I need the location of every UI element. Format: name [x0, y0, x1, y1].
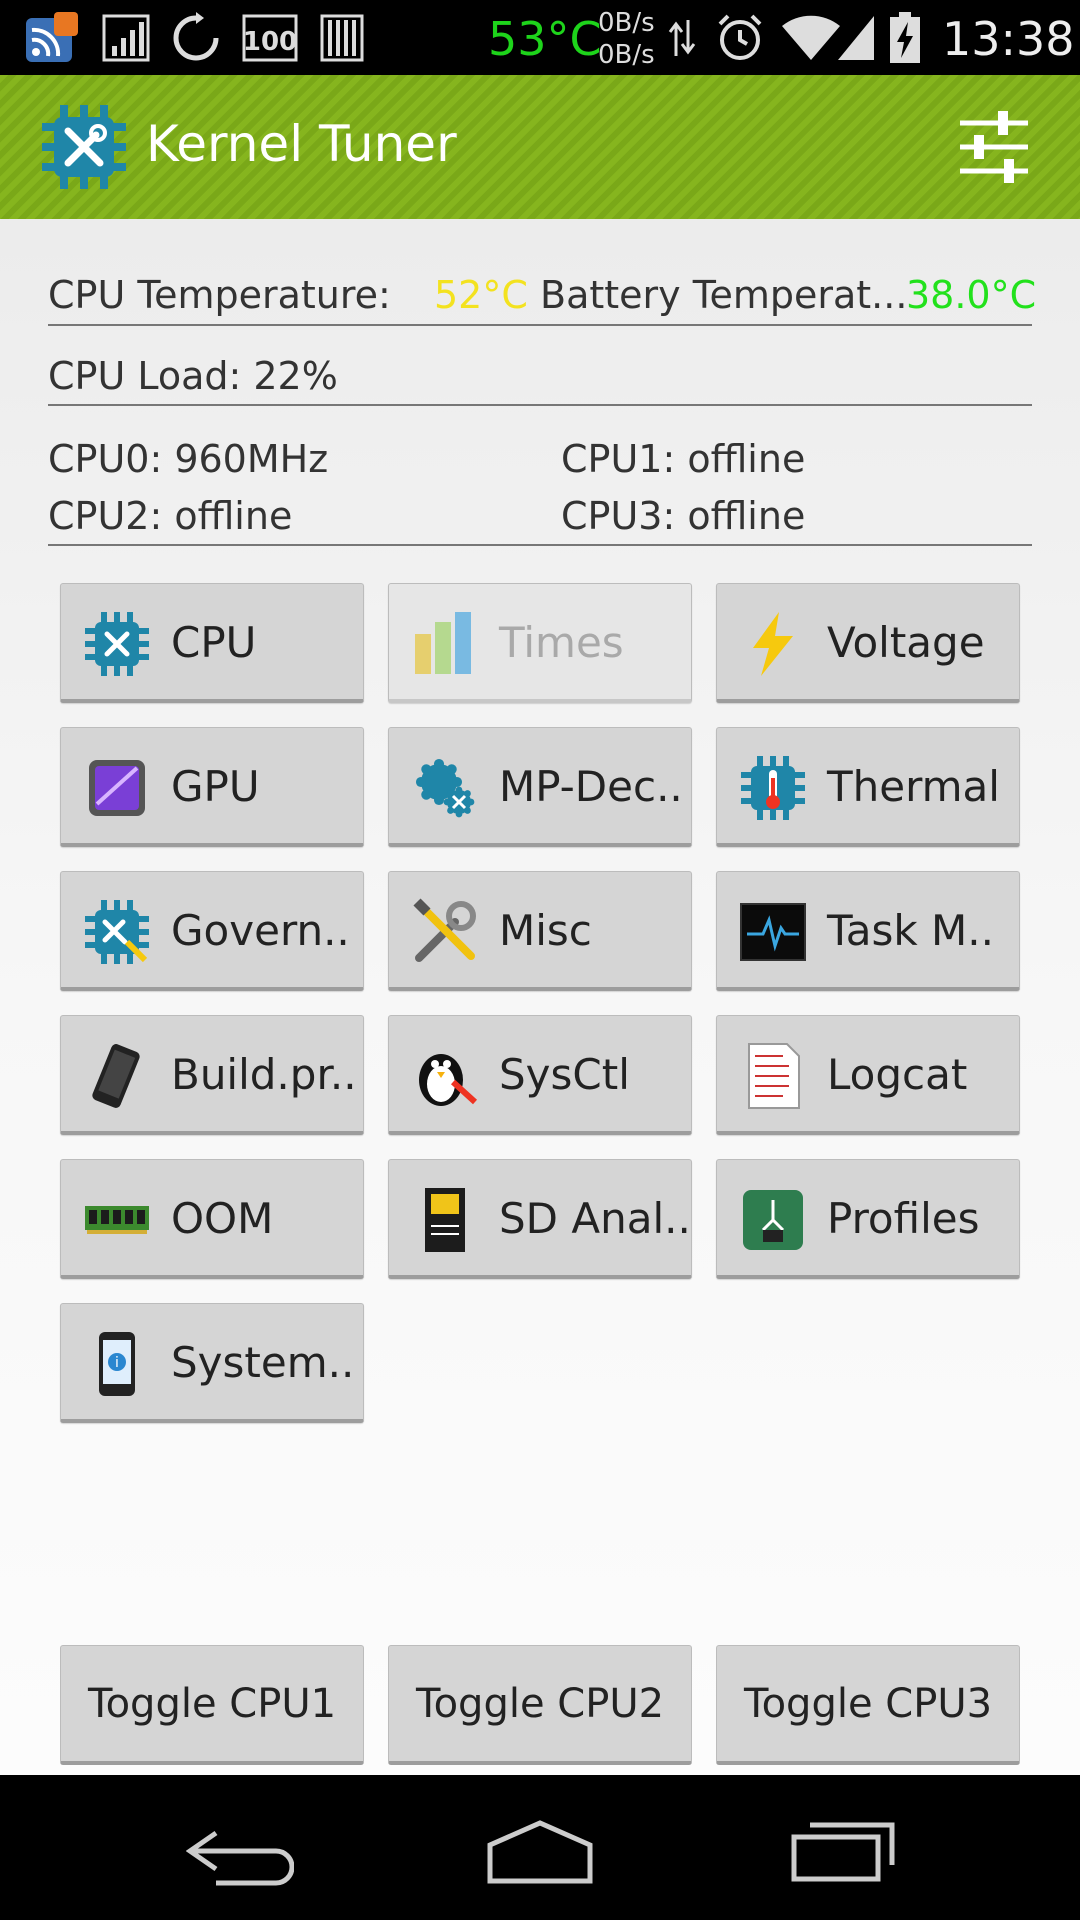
sd-card-icon — [425, 1188, 465, 1252]
memory-notification-icon — [320, 14, 364, 62]
sync-icon — [173, 12, 219, 61]
signal-notification-icon — [102, 14, 150, 62]
alarm-icon — [718, 14, 762, 60]
battery-temperature-value: 38.0°C — [906, 273, 1037, 317]
button-label: Voltage — [827, 618, 985, 667]
governor-gear-icon — [85, 900, 149, 964]
back-icon[interactable] — [186, 1827, 294, 1887]
cpu-temperature-value: 52°C — [434, 273, 528, 317]
button-label: Task M.. — [827, 906, 994, 955]
thermal-button[interactable]: Thermal — [716, 727, 1020, 847]
tools-icon — [413, 898, 476, 962]
times-button[interactable]: Times — [388, 583, 692, 703]
penguin-icon — [419, 1054, 478, 1106]
navigation-bar — [0, 1775, 1080, 1920]
rss-notification-icon — [26, 12, 78, 62]
button-label: Logcat — [827, 1050, 968, 1099]
recents-icon[interactable] — [790, 1821, 896, 1883]
divider — [48, 404, 1032, 406]
action-bar: Kernel Tuner — [0, 75, 1080, 219]
build-pr-button[interactable]: Build.pr.. — [60, 1015, 364, 1135]
cpu2-status: CPU2: offline — [48, 494, 293, 538]
settings-sliders-icon[interactable] — [954, 109, 1034, 185]
cpu-chip-icon — [85, 612, 149, 676]
status-download-rate: 0B/s — [598, 40, 655, 70]
app-logo-icon[interactable] — [38, 101, 130, 193]
cpu0-frequency: CPU0: 960MHz — [48, 437, 329, 481]
svg-text:100: 100 — [243, 27, 297, 57]
gpu-button[interactable]: GPU — [60, 727, 364, 847]
data-transfer-icon — [668, 20, 696, 56]
mp-dec-button[interactable]: MP-Dec.. — [388, 727, 692, 847]
ram-module-icon — [85, 1206, 149, 1234]
logcat-button[interactable]: Logcat — [716, 1015, 1020, 1135]
thermometer-gear-icon — [741, 756, 805, 820]
button-label: SysCtl — [499, 1050, 630, 1099]
cpu-button[interactable]: CPU — [60, 583, 364, 703]
battery-charging-icon — [890, 12, 920, 63]
gpu-chip-icon — [89, 760, 145, 816]
battery-100-notification-icon: 100 — [242, 14, 298, 62]
divider — [48, 324, 1032, 326]
button-label: Profiles — [827, 1194, 980, 1243]
cell-signal-icon — [838, 16, 874, 60]
button-label: Times — [499, 618, 624, 667]
button-label: GPU — [171, 762, 260, 811]
task-m-button[interactable]: Task M.. — [716, 871, 1020, 991]
profiles-button[interactable]: Profiles — [716, 1159, 1020, 1279]
toggle-cpu1-button[interactable]: Toggle CPU1 — [60, 1645, 364, 1765]
voltage-button[interactable]: Voltage — [716, 583, 1020, 703]
button-label: CPU — [171, 618, 257, 667]
status-temperature: 53°C — [488, 12, 602, 66]
status-time: 13:38 — [942, 12, 1075, 66]
button-label: SD Anal.. — [499, 1194, 691, 1243]
cpu-load: CPU Load: 22% — [48, 354, 338, 398]
phone-info-icon: i — [99, 1332, 135, 1396]
misc-button[interactable]: Misc — [388, 871, 692, 991]
phone-icon — [92, 1044, 140, 1108]
button-label: OOM — [171, 1194, 274, 1243]
button-label: Misc — [499, 906, 592, 955]
app-title: Kernel Tuner — [146, 115, 457, 173]
bar-chart-icon — [415, 612, 471, 674]
lightning-icon — [753, 612, 793, 676]
status-bar: 100 53°C 0B/s 0B/s 13:38 — [0, 0, 1080, 75]
battery-temperature-label: Battery Temperat... — [540, 273, 908, 317]
button-label: System.. — [171, 1338, 355, 1387]
cpu1-status: CPU1: offline — [561, 437, 806, 481]
sysctl-button[interactable]: SysCtl — [388, 1015, 692, 1135]
system-button[interactable]: i System.. — [60, 1303, 364, 1423]
monitor-pulse-icon — [740, 903, 806, 961]
toggle-cpu3-button[interactable]: Toggle CPU3 — [716, 1645, 1020, 1765]
oom-button[interactable]: OOM — [60, 1159, 364, 1279]
status-upload-rate: 0B/s — [598, 8, 655, 38]
button-label: MP-Dec.. — [499, 762, 683, 811]
button-label: Govern.. — [171, 906, 350, 955]
home-icon[interactable] — [484, 1819, 596, 1885]
toggle-cpu2-button[interactable]: Toggle CPU2 — [388, 1645, 692, 1765]
button-label: Build.pr.. — [171, 1050, 357, 1099]
sd-anal-button[interactable]: SD Anal.. — [388, 1159, 692, 1279]
profile-chip-icon — [743, 1190, 803, 1250]
button-label: Thermal — [827, 762, 1000, 811]
gears-icon — [415, 758, 475, 818]
wifi-icon — [782, 15, 840, 61]
divider — [48, 544, 1032, 546]
cpu3-status: CPU3: offline — [561, 494, 806, 538]
govern-button[interactable]: Govern.. — [60, 871, 364, 991]
log-document-icon — [748, 1043, 800, 1109]
cpu-temperature-label: CPU Temperature: — [48, 273, 391, 317]
content-area: CPU Temperature: 52°C Battery Temperat..… — [0, 219, 1080, 1775]
svg-text:i: i — [115, 1355, 119, 1371]
